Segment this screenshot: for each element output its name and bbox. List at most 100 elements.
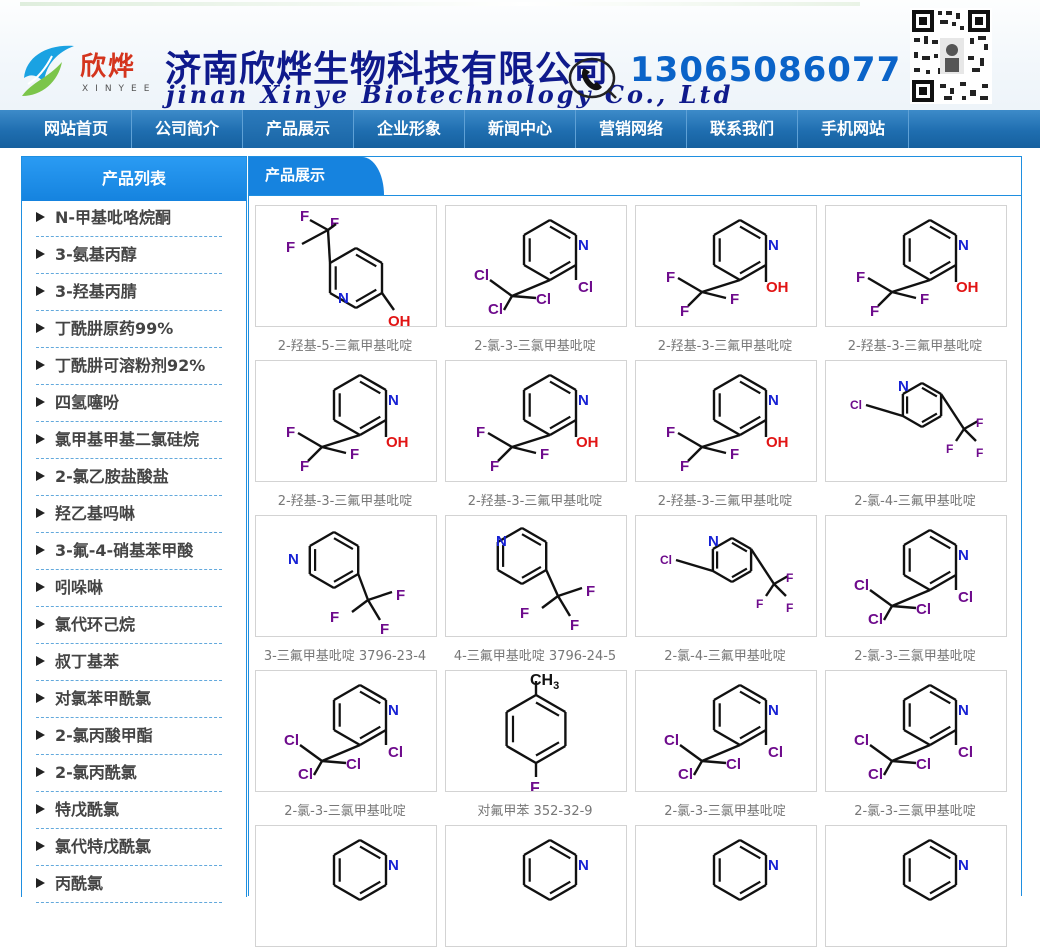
product-image[interactable]: N	[825, 825, 1007, 947]
product-caption[interactable]: 2-氯-4-三氟甲基吡啶	[629, 645, 821, 664]
svg-text:Cl: Cl	[916, 756, 931, 773]
product-image[interactable]: N	[445, 825, 627, 947]
sidebar-item[interactable]: 吲哚啉	[36, 571, 222, 607]
product-image[interactable]: NOHFFF	[635, 360, 817, 482]
svg-text:F: F	[396, 587, 405, 604]
nav-sales-network[interactable]: 营销网络	[576, 110, 687, 148]
svg-text:Cl: Cl	[578, 279, 593, 296]
product-caption[interactable]: 4-三氟甲基吡啶 3796-24-5	[439, 645, 631, 664]
product-image[interactable]: NClClClCl	[635, 670, 817, 792]
sidebar-item[interactable]: 氯代特戊酰氯	[36, 830, 222, 866]
company-logo-icon[interactable]	[18, 38, 78, 102]
product-image[interactable]: N	[635, 825, 817, 947]
product-caption[interactable]: 2-羟基-3-三氟甲基吡啶	[629, 335, 821, 354]
sidebar-title: 产品列表	[22, 157, 246, 201]
sidebar-item[interactable]: 对氯苯甲酰氯	[36, 682, 222, 718]
svg-text:Cl: Cl	[488, 301, 503, 318]
product-caption[interactable]: 2-氯-3-三氯甲基吡啶	[249, 800, 441, 819]
nav-about[interactable]: 公司简介	[132, 110, 243, 148]
product-image[interactable]: NClClClCl	[825, 515, 1007, 637]
sidebar-item[interactable]: 氯甲基甲基二氯硅烷	[36, 423, 222, 459]
sidebar-item[interactable]: 羟乙基吗啉	[36, 497, 222, 533]
product-image[interactable]: NClFFF	[635, 515, 817, 637]
product-image[interactable]: NClClClCl	[255, 670, 437, 792]
nav-home[interactable]: 网站首页	[21, 110, 132, 148]
sidebar-item[interactable]: 丁酰肼可溶粉剂92%	[36, 349, 222, 385]
svg-text:Cl: Cl	[346, 756, 361, 773]
sidebar-item[interactable]: 丁酰肼原药99%	[36, 312, 222, 348]
svg-text:N: N	[578, 237, 589, 254]
svg-text:F: F	[300, 458, 309, 475]
product-image[interactable]: N	[255, 825, 437, 947]
product-image[interactable]: NClClClCl	[825, 670, 1007, 792]
nav-contact[interactable]: 联系我们	[687, 110, 798, 148]
svg-text:F: F	[330, 215, 339, 232]
phone-icon	[566, 54, 622, 100]
product-caption[interactable]: 2-羟基-3-三氟甲基吡啶	[819, 335, 1011, 354]
svg-text:F: F	[786, 571, 793, 585]
product-image[interactable]: NOHFFF	[445, 360, 627, 482]
product-caption[interactable]: 2-氯-3-三氯甲基吡啶	[439, 335, 631, 354]
product-caption[interactable]: 2-羟基-3-三氟甲基吡啶	[249, 490, 441, 509]
structure-2-chloro-3-trichloromethylpyridine-icon: NClClClCl	[446, 206, 626, 326]
sidebar-item-label: 特戊酰氯	[55, 800, 119, 819]
sidebar-item[interactable]: 特戊酰氯	[36, 793, 222, 829]
product-caption[interactable]: 2-羟基-3-三氟甲基吡啶	[439, 490, 631, 509]
sidebar-item[interactable]: 丙酰氯	[36, 867, 222, 903]
site-header: 欣烨 XINYEE 济南欣烨生物科技有限公司 jinan Xinye Biote…	[0, 0, 1040, 110]
phone-number[interactable]: 13065086077	[630, 50, 901, 90]
product-image[interactable]: FFFNOH	[255, 205, 437, 327]
product-caption[interactable]: 2-羟基-5-三氟甲基吡啶	[249, 335, 441, 354]
sidebar-item[interactable]: 氯代环己烷	[36, 608, 222, 644]
product-image[interactable]: NClFFF	[825, 360, 1007, 482]
product-caption[interactable]: 2-氯-3-三氯甲基吡啶	[629, 800, 821, 819]
product-image[interactable]: NOHFFF	[255, 360, 437, 482]
svg-text:Cl: Cl	[660, 553, 672, 567]
product-caption[interactable]: 2-氯-3-三氯甲基吡啶	[819, 645, 1011, 664]
structure-4-fluorotoluene-icon: CH3F	[446, 671, 626, 791]
svg-text:F: F	[350, 446, 359, 463]
nav-mobile-site[interactable]: 手机网站	[798, 110, 909, 148]
product-image[interactable]: NClClClCl	[445, 205, 627, 327]
svg-text:OH: OH	[386, 434, 409, 451]
arrow-right-icon	[36, 582, 45, 592]
product-caption[interactable]: 3-三氟甲基吡啶 3796-23-4	[249, 645, 441, 664]
product-caption[interactable]: 2-氯-4-三氟甲基吡啶	[819, 490, 1011, 509]
product-caption[interactable]: 对氟甲苯 352-32-9	[439, 800, 631, 819]
svg-text:Cl: Cl	[868, 766, 883, 783]
product-image[interactable]: NFFF	[445, 515, 627, 637]
product-image[interactable]: NFFF	[255, 515, 437, 637]
svg-text:OH: OH	[576, 434, 599, 451]
svg-text:F: F	[300, 208, 309, 225]
sidebar-item[interactable]: 3-羟基丙腈	[36, 275, 222, 311]
sidebar-item[interactable]: 叔丁基苯	[36, 645, 222, 681]
sidebar-item[interactable]: 2-氯丙酸甲酯	[36, 719, 222, 755]
svg-text:F: F	[920, 291, 929, 308]
sidebar-item-label: 2-氯丙酰氯	[55, 763, 137, 782]
product-caption[interactable]: 2-氯-3-三氯甲基吡啶	[819, 800, 1011, 819]
svg-text:N: N	[958, 857, 969, 874]
arrow-right-icon	[36, 397, 45, 407]
sidebar-item[interactable]: 3-氟-4-硝基苯甲酸	[36, 534, 222, 570]
sidebar-item[interactable]: 2-氯乙胺盐酸盐	[36, 460, 222, 496]
product-image[interactable]: CH3F	[445, 670, 627, 792]
sidebar-item-label: 3-氨基丙醇	[55, 245, 137, 264]
sidebar-item[interactable]: 四氢噻吩	[36, 386, 222, 422]
nav-corporate-image[interactable]: 企业形象	[354, 110, 465, 148]
sidebar-item[interactable]: N-甲基吡咯烷酮	[36, 201, 222, 237]
sidebar-list: N-甲基吡咯烷酮 3-氨基丙醇 3-羟基丙腈 丁酰肼原药99% 丁酰肼可溶粉剂9…	[22, 201, 246, 903]
nav-products[interactable]: 产品展示	[243, 110, 354, 148]
product-image[interactable]: NOHFFF	[825, 205, 1007, 327]
svg-text:F: F	[756, 597, 763, 611]
svg-text:F: F	[490, 458, 499, 475]
arrow-right-icon	[36, 434, 45, 444]
sidebar-item[interactable]: 2-氯丙酰氯	[36, 756, 222, 792]
sidebar-item[interactable]: 3-氨基丙醇	[36, 238, 222, 274]
product-caption[interactable]: 2-羟基-3-三氟甲基吡啶	[629, 490, 821, 509]
nav-news[interactable]: 新闻中心	[465, 110, 576, 148]
product-image[interactable]: NOHFFF	[635, 205, 817, 327]
structure-2-hydroxy-3-trifluoromethylpyridine-icon: NOHFFF	[636, 206, 816, 326]
arrow-right-icon	[36, 730, 45, 740]
svg-text:Cl: Cl	[916, 601, 931, 618]
sidebar-item-label: 氯代特戊酰氯	[55, 837, 151, 856]
